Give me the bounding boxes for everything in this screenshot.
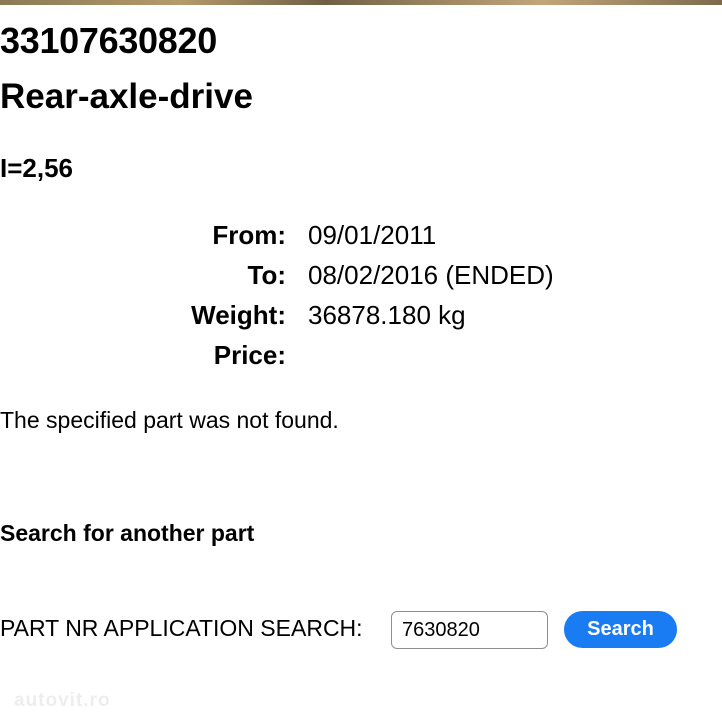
- header-image-strip: [0, 0, 722, 5]
- weight-label: Weight:: [191, 300, 286, 330]
- part-ratio: I=2,56: [0, 153, 74, 183]
- detail-row-price: Price:: [0, 340, 722, 380]
- search-button[interactable]: Search: [564, 611, 677, 648]
- price-label: Price:: [213, 340, 286, 370]
- part-number: 33107630820: [0, 20, 217, 61]
- to-value: 08/02/2016 (ENDED): [308, 260, 554, 290]
- detail-row-to: To: 08/02/2016 (ENDED): [0, 260, 722, 300]
- detail-row-weight: Weight: 36878.180 kg: [0, 300, 722, 340]
- part-name: Rear-axle-drive: [0, 77, 253, 116]
- weight-value: 36878.180 kg: [308, 300, 466, 330]
- to-label: To:: [247, 260, 287, 290]
- part-search-input[interactable]: [391, 611, 548, 649]
- watermark-logo: autovit.ro: [14, 690, 111, 711]
- search-heading: Search for another part: [0, 520, 255, 546]
- not-found-message: The specified part was not found.: [0, 407, 339, 433]
- from-value: 09/01/2011: [308, 220, 437, 250]
- from-label: From:: [212, 220, 286, 250]
- search-label: PART NR APPLICATION SEARCH:: [0, 615, 363, 641]
- detail-row-from: From: 09/01/2011: [0, 220, 722, 260]
